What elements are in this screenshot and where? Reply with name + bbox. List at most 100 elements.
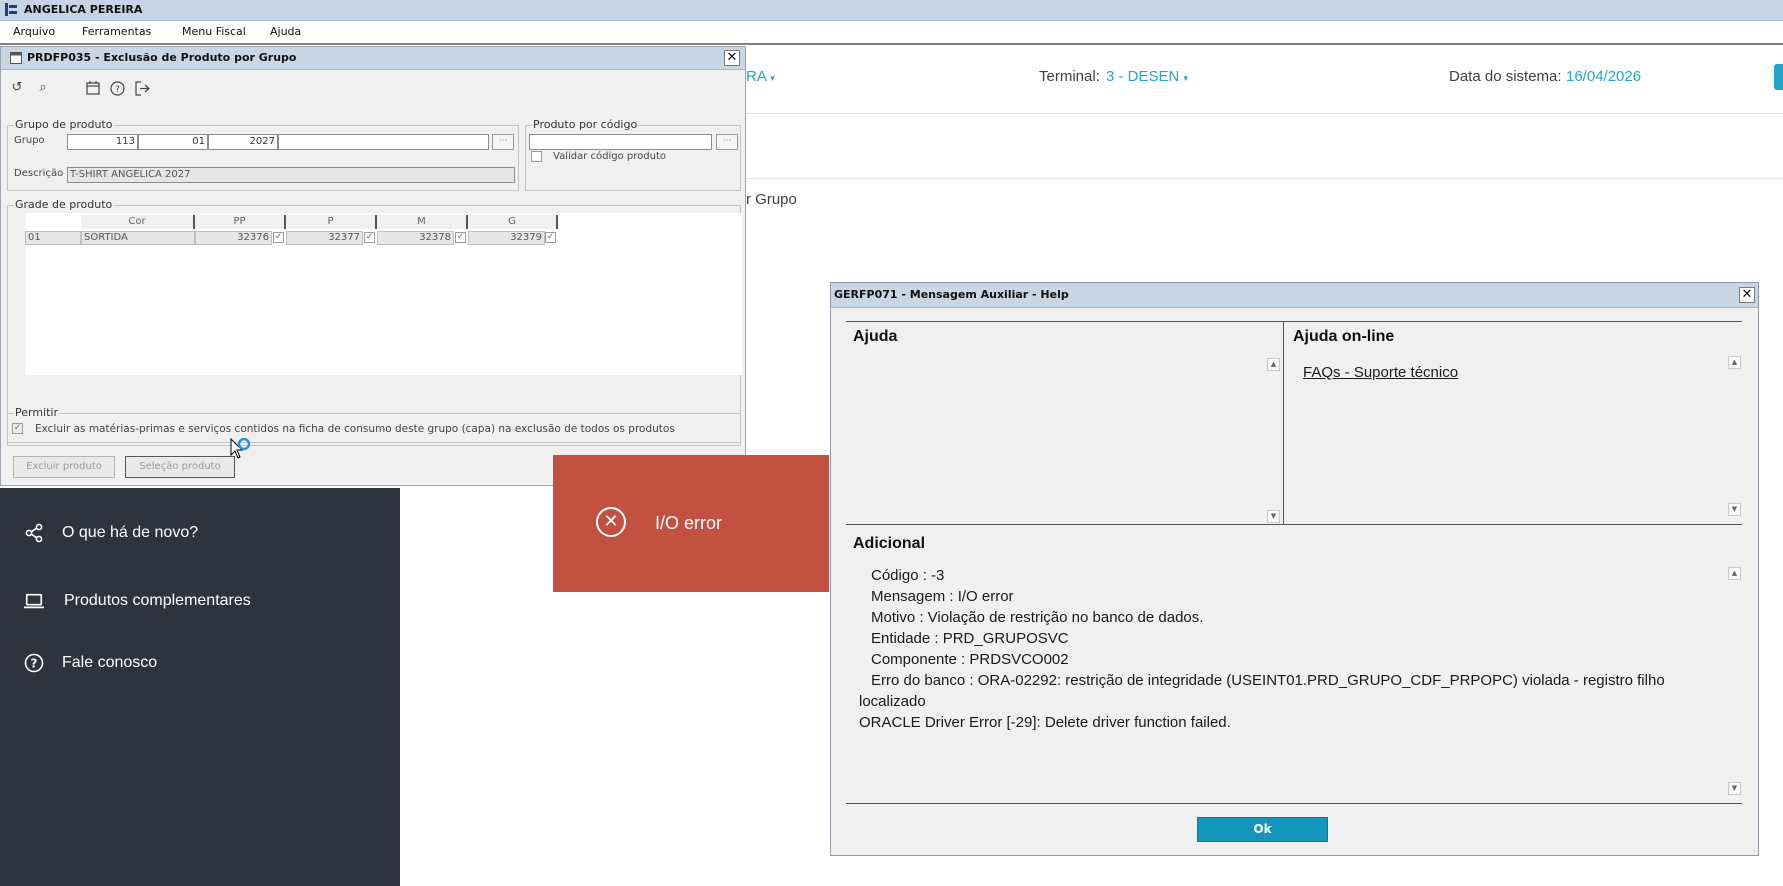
page-title-partial: r Grupo bbox=[746, 191, 797, 208]
grupo-field-2[interactable]: 01 bbox=[138, 134, 208, 150]
cursor-busy-icon bbox=[230, 438, 251, 459]
app-title: ANGELICA PEREIRA bbox=[24, 3, 143, 16]
close-button[interactable]: ✕ bbox=[1739, 287, 1755, 303]
pane-middle-divider bbox=[846, 524, 1742, 525]
toast-message: I/O error bbox=[655, 513, 723, 533]
app-icon bbox=[5, 3, 17, 16]
chevron-down-icon: ▾ bbox=[1183, 73, 1189, 83]
detail-codigo: Código : -3 bbox=[871, 567, 945, 584]
prdfp035-title: PRDFP035 - Exclusão de Produto por Grupo bbox=[27, 51, 297, 64]
sidebar-item-label: Produtos complementares bbox=[64, 592, 251, 609]
menu-ferramentas[interactable]: Ferramentas bbox=[82, 25, 151, 38]
produto-codigo-legend: Produto por código bbox=[532, 118, 639, 131]
adicional-title: Adicional bbox=[853, 535, 926, 552]
sidebar: O que há de novo? Produtos complementare… bbox=[0, 488, 400, 886]
grupo-label: Grupo bbox=[14, 135, 45, 146]
laptop-icon bbox=[24, 593, 44, 609]
permitir-option-label: Excluir as matérias-primas e serviços co… bbox=[35, 423, 675, 435]
grid-cell-m: 32378 bbox=[377, 231, 454, 245]
selecao-produto-button[interactable]: Seleção produto bbox=[125, 456, 235, 478]
ajuda-scrollbar[interactable]: ▲ ▼ bbox=[1267, 358, 1280, 523]
date-label: Data do sistema: bbox=[1449, 68, 1562, 85]
gerfp071-titlebar: GERFP071 - Mensagem Auxiliar - Help ✕ bbox=[831, 283, 1758, 308]
faqs-link[interactable]: FAQs - Suporte técnico bbox=[1303, 364, 1458, 381]
exit-icon[interactable] bbox=[135, 81, 150, 96]
grid-checkbox-p[interactable]: ✓ bbox=[364, 232, 375, 243]
header-divider bbox=[746, 113, 1783, 114]
grupo-field-1[interactable]: 113 bbox=[67, 134, 138, 150]
grid-header-cor: Cor bbox=[81, 215, 195, 229]
scroll-down-icon[interactable]: ▼ bbox=[1728, 782, 1741, 795]
date-value: 16/04/2026 bbox=[1566, 68, 1642, 85]
grid-cell-code: 01 bbox=[25, 231, 81, 245]
detail-oracle-error: ORACLE Driver Error [-29]: Delete driver… bbox=[859, 714, 1231, 731]
menu-ajuda[interactable]: Ajuda bbox=[270, 25, 301, 38]
ajuda-online-scrollbar[interactable]: ▲ ▼ bbox=[1728, 356, 1741, 516]
svg-text:?: ? bbox=[115, 85, 120, 95]
share-icon bbox=[25, 523, 43, 543]
lookup-icon: ⋯ bbox=[498, 136, 508, 146]
permitir-legend: Permitir bbox=[14, 406, 60, 419]
grupo-field-3[interactable]: 2027 bbox=[208, 134, 278, 150]
descricao-label: Descrição bbox=[14, 168, 64, 179]
produto-codigo-field[interactable] bbox=[529, 134, 712, 150]
prdfp035-window: PRDFP035 - Exclusão de Produto por Grupo… bbox=[0, 46, 746, 486]
refresh-icon[interactable]: ↺ bbox=[9, 80, 25, 96]
close-icon: ✕ bbox=[1741, 287, 1753, 302]
scroll-up-icon[interactable]: ▲ bbox=[1728, 356, 1741, 369]
close-button[interactable]: ✕ bbox=[724, 50, 740, 66]
prdfp035-titlebar: PRDFP035 - Exclusão de Produto por Grupo… bbox=[1, 47, 745, 70]
grupo-produto-legend: Grupo de produto bbox=[14, 118, 114, 131]
detail-erro-banco-cont: localizado bbox=[859, 693, 926, 710]
terminal-label: Terminal: bbox=[1039, 68, 1100, 85]
menubar: Arquivo Ferramentas Menu Fiscal Ajuda bbox=[0, 21, 1783, 45]
gerfp071-dialog: GERFP071 - Mensagem Auxiliar - Help ✕ Aj… bbox=[830, 282, 1759, 856]
scroll-up-icon[interactable]: ▲ bbox=[1728, 567, 1741, 580]
produto-lookup-button[interactable]: ⋯ bbox=[716, 134, 738, 150]
calendar-icon[interactable] bbox=[1774, 64, 1783, 90]
svg-text:?: ? bbox=[31, 657, 38, 671]
lookup-icon: ⋯ bbox=[722, 136, 732, 146]
grade-produto-legend: Grade de produto bbox=[14, 198, 114, 211]
grupo-description-display bbox=[278, 134, 489, 150]
detail-mensagem: Mensagem : I/O error bbox=[871, 588, 1014, 605]
sidebar-item-label: Fale conosco bbox=[62, 654, 158, 671]
menu-arquivo[interactable]: Arquivo bbox=[13, 25, 55, 38]
calendar-icon[interactable] bbox=[86, 81, 100, 95]
validar-codigo-label: Validar código produto bbox=[553, 151, 666, 162]
ok-button[interactable]: Ok bbox=[1197, 817, 1328, 842]
scroll-down-icon[interactable]: ▼ bbox=[1267, 510, 1280, 523]
grid-header-m: M bbox=[377, 215, 468, 229]
scroll-up-icon[interactable]: ▲ bbox=[1267, 358, 1280, 371]
pane-vertical-divider bbox=[1283, 321, 1284, 524]
ajuda-online-title: Ajuda on-line bbox=[1293, 328, 1395, 345]
menu-fiscal[interactable]: Menu Fiscal bbox=[182, 25, 246, 38]
detail-componente: Componente : PRDSVCO002 bbox=[871, 651, 1069, 668]
window-icon bbox=[10, 52, 22, 64]
grid-cell-pp: 32376 bbox=[195, 231, 272, 245]
help-circle-icon: ? bbox=[24, 653, 44, 673]
grid-checkbox-g[interactable]: ✓ bbox=[545, 232, 556, 243]
grupo-lookup-button[interactable]: ⋯ bbox=[492, 134, 514, 150]
excluir-produto-button[interactable]: Excluir produto bbox=[13, 456, 115, 478]
permitir-checkbox[interactable]: ✓ bbox=[12, 423, 23, 434]
grid-cell-g: 32379 bbox=[468, 231, 545, 245]
sidebar-item-label: O que há de novo? bbox=[62, 524, 199, 541]
validar-codigo-checkbox[interactable] bbox=[531, 151, 542, 162]
user-dropdown-partial[interactable]: RA ▾ bbox=[746, 68, 775, 85]
close-icon: ✕ bbox=[726, 50, 738, 65]
grid-checkbox-m[interactable]: ✓ bbox=[455, 232, 466, 243]
chevron-down-icon: ▾ bbox=[770, 73, 775, 83]
search-icon[interactable]: ⌕ bbox=[35, 80, 51, 96]
help-icon[interactable]: ? bbox=[110, 81, 125, 96]
adicional-scrollbar[interactable]: ▲ ▼ bbox=[1728, 567, 1741, 795]
detail-erro-banco: Erro do banco : ORA-02292: restrição de … bbox=[871, 672, 1665, 689]
grid-cell-p: 32377 bbox=[286, 231, 363, 245]
terminal-dropdown[interactable]: 3 - DESEN ▾ bbox=[1106, 68, 1188, 85]
error-circle-icon: ✕ bbox=[596, 507, 626, 537]
scroll-down-icon[interactable]: ▼ bbox=[1728, 503, 1741, 516]
grid-checkbox-pp[interactable]: ✓ bbox=[273, 232, 284, 243]
grid-header-pp: PP bbox=[195, 215, 286, 229]
pane-bottom-divider bbox=[846, 803, 1742, 804]
descricao-field[interactable]: T-SHIRT ANGELICA 2027 bbox=[67, 167, 515, 183]
